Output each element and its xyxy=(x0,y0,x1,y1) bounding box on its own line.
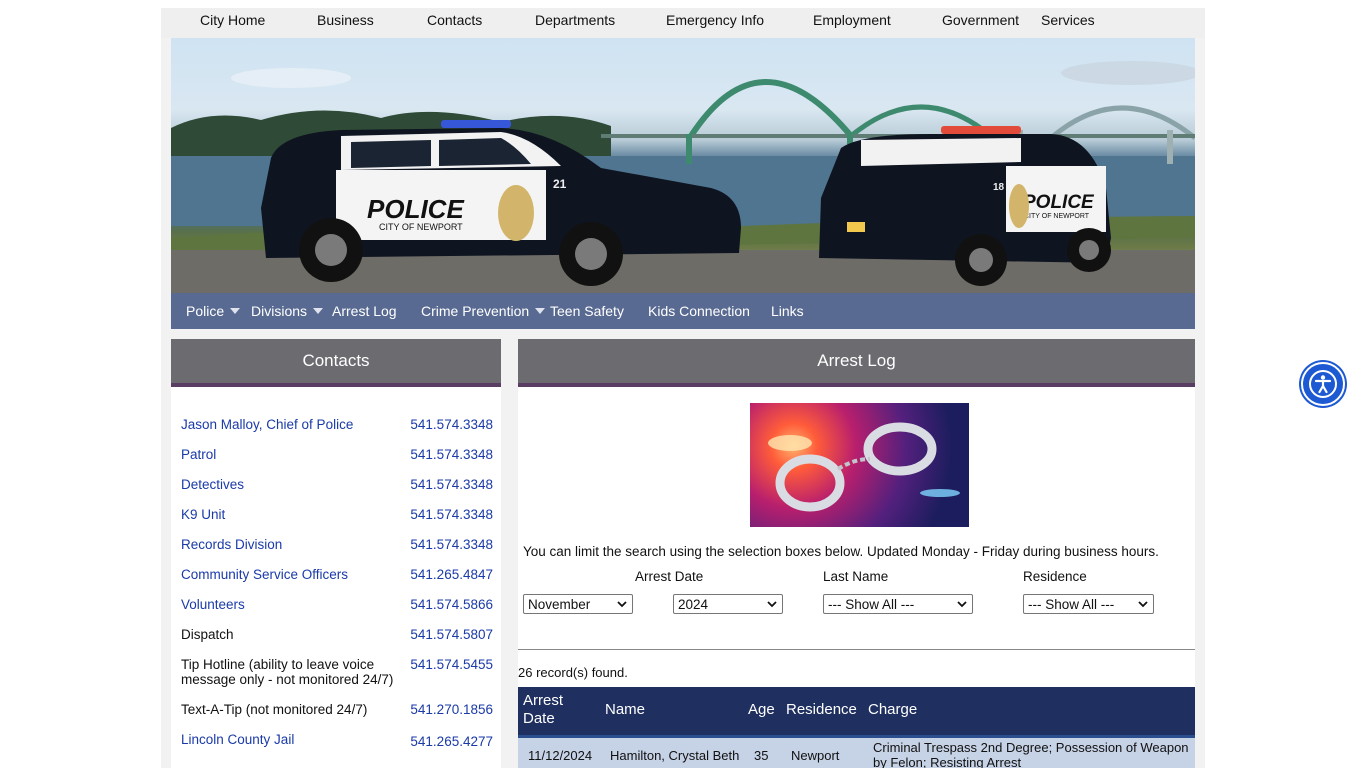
police-nav-label: Divisions xyxy=(251,303,308,319)
hero-illustration: POLICE CITY OF NEWPORT 21 POLICE CITY OF… xyxy=(171,61,1195,293)
contact-name[interactable]: Lincoln County Jail xyxy=(181,732,401,747)
contact-phone[interactable]: 541.574.5807 xyxy=(410,627,493,642)
residence-select[interactable]: --- Show All --- xyxy=(1023,594,1154,614)
row-age: 35 xyxy=(754,748,769,763)
row-residence: Newport xyxy=(791,748,840,763)
month-select[interactable]: November xyxy=(523,594,633,614)
chevron-down-icon xyxy=(957,601,967,608)
contact-name[interactable]: Jason Malloy, Chief of Police xyxy=(181,417,401,432)
police-nav-bar: Police Divisions Arrest Log Crime Preven… xyxy=(171,293,1195,329)
chevron-down-icon xyxy=(617,601,627,608)
accessibility-button[interactable] xyxy=(1301,362,1345,406)
arrest-log-title: Arrest Log xyxy=(518,339,1195,387)
contact-name[interactable]: Patrol xyxy=(181,447,401,462)
row-charge: Criminal Trespass 2nd Degree; Possession… xyxy=(873,740,1189,768)
contact-name: Tip Hotline (ability to leave voice mess… xyxy=(181,657,394,687)
month-select-value: November xyxy=(528,596,591,612)
accessibility-person-icon xyxy=(1309,370,1337,398)
caret-down-icon xyxy=(313,308,324,314)
handcuffs-image xyxy=(750,403,969,527)
police-nav-teen-safety[interactable]: Teen Safety xyxy=(550,303,624,319)
contact-name[interactable]: Detectives xyxy=(181,477,401,492)
contact-phone[interactable]: 541.574.3348 xyxy=(410,417,493,432)
last-name-select[interactable]: --- Show All --- xyxy=(823,594,973,614)
residence-label: Residence xyxy=(1023,569,1087,584)
top-nav-government[interactable]: Government xyxy=(942,12,1019,28)
column-header-residence: Residence xyxy=(786,701,857,718)
police-nav-label: Arrest Log xyxy=(332,303,397,319)
police-nav-label: Teen Safety xyxy=(550,303,624,319)
hero-banner-police-cars: POLICE CITY OF NEWPORT 21 POLICE CITY OF… xyxy=(171,38,1195,293)
svg-text:CITY OF NEWPORT: CITY OF NEWPORT xyxy=(1024,213,1090,220)
top-nav-contacts[interactable]: Contacts xyxy=(427,12,482,28)
top-nav-emergency-info[interactable]: Emergency Info xyxy=(666,12,764,28)
last-name-label: Last Name xyxy=(823,569,889,584)
police-nav-crime-prevention[interactable]: Crime Prevention xyxy=(421,303,546,319)
caret-down-icon xyxy=(230,308,241,314)
contacts-panel: Contacts Jason Malloy, Chief of Police 54… xyxy=(171,339,501,768)
records-found-count: 26 record(s) found. xyxy=(518,665,628,680)
column-header-arrest-date: Arrest Date xyxy=(523,692,564,727)
arrest-table-header: Arrest Date Name Age Residence Charge xyxy=(518,687,1195,735)
caret-down-icon xyxy=(535,308,546,314)
contact-name: Dispatch xyxy=(181,627,234,642)
last-name-select-value: --- Show All --- xyxy=(828,596,915,612)
police-nav-kids-connection[interactable]: Kids Connection xyxy=(648,303,750,319)
police-nav-label: Crime Prevention xyxy=(421,303,530,319)
svg-text:CITY OF NEWPORT: CITY OF NEWPORT xyxy=(379,222,463,232)
contact-phone[interactable]: 541.270.1856 xyxy=(410,702,493,717)
contact-phone[interactable]: 541.574.5455 xyxy=(410,657,493,672)
contact-phone[interactable]: 541.574.3348 xyxy=(410,477,493,492)
police-nav-links[interactable]: Links xyxy=(771,303,804,319)
top-nav-departments[interactable]: Departments xyxy=(535,12,615,28)
police-nav-police[interactable]: Police xyxy=(186,303,241,319)
chevron-down-icon xyxy=(1138,601,1148,608)
page-container: City Home Business Contacts Departments … xyxy=(161,8,1205,768)
contact-phone[interactable]: 541.265.4277 xyxy=(410,734,493,749)
contact-phone[interactable]: 541.574.3348 xyxy=(410,507,493,522)
year-select[interactable]: 2024 xyxy=(673,594,783,614)
contact-name[interactable]: K9 Unit xyxy=(181,507,401,522)
arrest-date-label: Arrest Date xyxy=(635,569,704,584)
police-nav-arrest-log[interactable]: Arrest Log xyxy=(332,303,397,319)
contact-name[interactable]: Records Division xyxy=(181,537,401,552)
arrest-log-panel: Arrest Log You can limit the search usin… xyxy=(518,339,1195,768)
top-nav-city-home[interactable]: City Home xyxy=(200,12,265,28)
police-nav-divisions[interactable]: Divisions xyxy=(251,303,324,319)
contact-phone[interactable]: 541.574.3348 xyxy=(410,537,493,552)
police-nav-label: Police xyxy=(186,303,225,319)
table-row[interactable]: 11/12/2024 Hamilton, Crystal Beth 35 New… xyxy=(518,735,1195,768)
city-top-nav: City Home Business Contacts Departments … xyxy=(161,8,1205,38)
svg-text:21: 21 xyxy=(553,177,567,191)
column-header-name: Name xyxy=(605,701,646,718)
contact-phone[interactable]: 541.574.5866 xyxy=(410,597,493,612)
section-divider xyxy=(518,649,1195,650)
contact-phone[interactable]: 541.574.3348 xyxy=(410,447,493,462)
row-name: Hamilton, Crystal Beth xyxy=(610,748,740,763)
top-nav-services[interactable]: Services xyxy=(1041,12,1095,28)
search-note: You can limit the search using the selec… xyxy=(523,544,1159,559)
contact-name[interactable]: Community Service Officers xyxy=(181,567,401,582)
contacts-title: Contacts xyxy=(171,339,501,387)
contact-name[interactable]: Volunteers xyxy=(181,597,401,612)
contact-phone[interactable]: 541.265.4847 xyxy=(410,567,493,582)
column-header-charge: Charge xyxy=(868,701,918,718)
chevron-down-icon xyxy=(767,601,777,608)
top-nav-business[interactable]: Business xyxy=(317,12,374,28)
column-header-age: Age xyxy=(748,701,775,718)
police-nav-label: Kids Connection xyxy=(648,303,750,319)
row-arrest-date: 11/12/2024 xyxy=(528,748,593,763)
svg-text:18: 18 xyxy=(993,182,1005,193)
contact-name: Text-A-Tip (not monitored 24/7) xyxy=(181,702,368,717)
police-nav-label: Links xyxy=(771,303,804,319)
top-nav-employment[interactable]: Employment xyxy=(813,12,891,28)
year-select-value: 2024 xyxy=(678,596,709,612)
svg-text:POLICE: POLICE xyxy=(367,194,464,224)
residence-select-value: --- Show All --- xyxy=(1028,596,1115,612)
svg-text:POLICE: POLICE xyxy=(1023,192,1095,213)
